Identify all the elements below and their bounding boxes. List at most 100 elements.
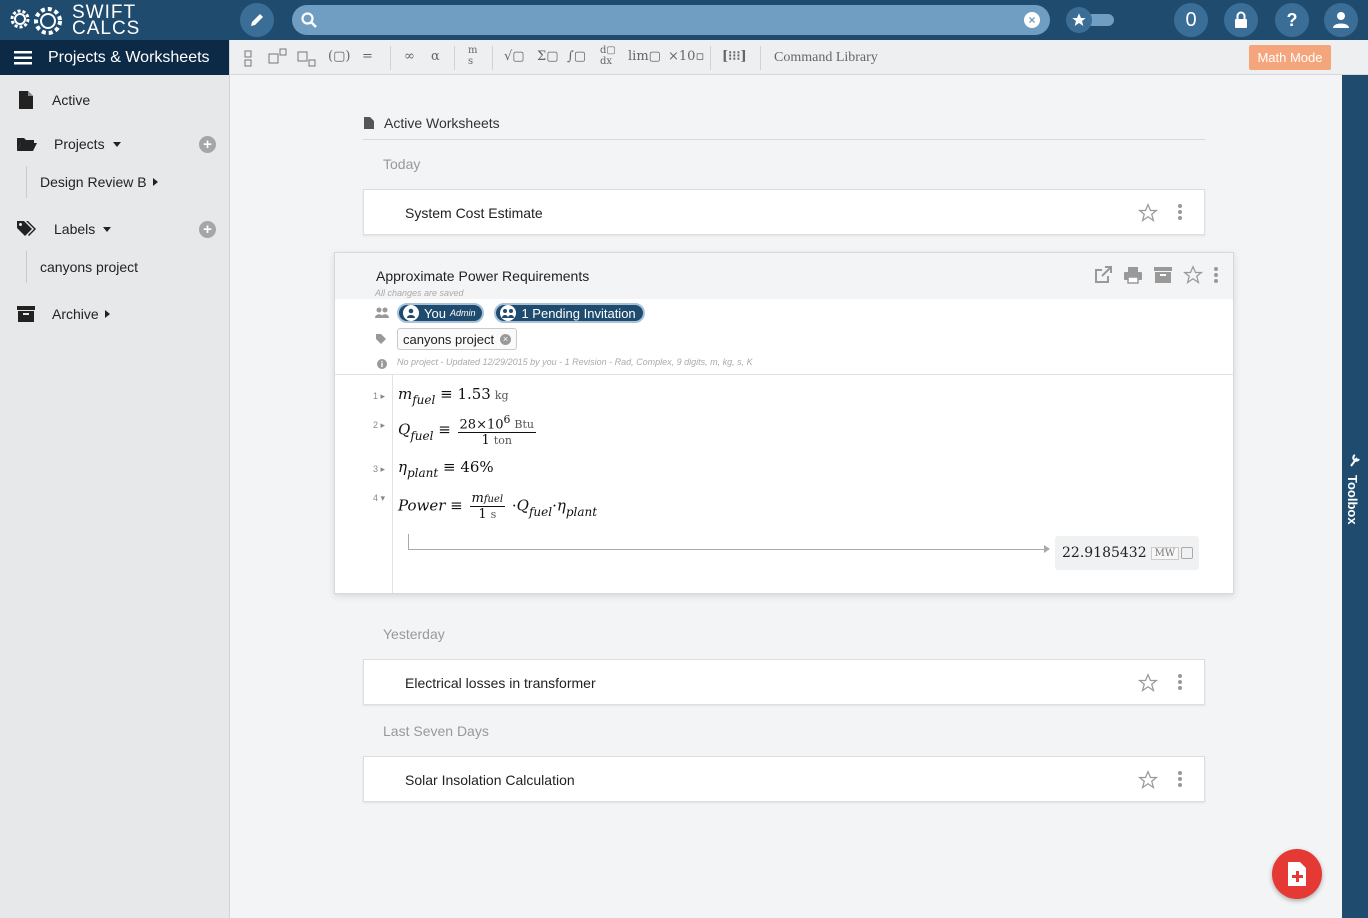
line-number[interactable]: 2 ▸ (373, 420, 385, 431)
result-arrow (408, 534, 1050, 553)
star-icon[interactable] (1138, 770, 1158, 790)
remove-label-icon[interactable]: × (500, 333, 512, 345)
power-denominator: 1 (478, 507, 487, 522)
chevron-down-icon (112, 141, 121, 147)
sidebar-subitem-project[interactable]: Design Review B (26, 166, 158, 198)
line-number[interactable]: 4 ▾ (373, 493, 385, 504)
sidebar-item-labels[interactable]: Labels (16, 220, 112, 238)
derivative-button[interactable]: d▢ dx (600, 45, 616, 67)
matrix-button[interactable]: [⁝⁝⁝] (722, 49, 747, 64)
sidebar-item-projects[interactable]: Projects (16, 135, 121, 153)
group-label-yesterday: Yesterday (383, 626, 445, 642)
logo-text-calcs: CALCS (72, 18, 141, 39)
chevron-right-icon (104, 310, 110, 318)
open-external-icon[interactable] (1093, 265, 1113, 285)
vertical-boxes-icon[interactable] (244, 50, 254, 68)
math-line-m-fuel[interactable]: mfuel ≡ 1.53 kg (398, 385, 509, 407)
lock-icon (1235, 11, 1247, 28)
pending-invitation-label: 1 Pending Invitation (521, 305, 636, 321)
user-menu-button[interactable] (1324, 3, 1358, 37)
infinity-button[interactable]: ∞ (404, 49, 415, 64)
subscript-icon[interactable] (297, 50, 319, 68)
tag-icon (376, 334, 386, 344)
line-number[interactable]: 1 ▸ (373, 391, 385, 402)
more-options-icon[interactable] (1178, 770, 1182, 788)
result-output[interactable]: 22.9185432 MW (1055, 536, 1199, 570)
more-options-icon[interactable] (1213, 265, 1219, 285)
sidebar-subitem-label[interactable]: canyons project (26, 251, 138, 283)
line-number[interactable]: 3 ▸ (373, 464, 385, 475)
app-logo[interactable]: SWIFT CALCS (6, 2, 156, 39)
limit-button[interactable]: lim▢ (628, 49, 661, 64)
user-icon (403, 305, 419, 321)
toolbar-divider (390, 46, 391, 70)
favorites-toggle[interactable] (1066, 7, 1114, 33)
label-tag[interactable]: canyons project × (397, 328, 518, 350)
hamburger-icon[interactable] (14, 50, 32, 65)
math-line-eta-plant[interactable]: ηplant ≡ 46% (398, 458, 494, 480)
sidebar-item-label: Labels (54, 221, 96, 237)
notification-count-button[interactable]: 0 (1174, 3, 1208, 37)
sidebar: Projects & Worksheets Active Projects + … (0, 40, 230, 918)
superscript-icon[interactable] (268, 48, 288, 66)
worksheet-divider (335, 374, 1233, 375)
group-label-last-seven-days: Last Seven Days (383, 723, 489, 739)
collaborator-you-pill[interactable]: You Admin (397, 303, 485, 323)
q-fuel-den-unit: ton (493, 434, 512, 448)
integral-button[interactable]: ∫▢ (567, 49, 586, 64)
search-input[interactable] (326, 5, 1016, 35)
pencil-icon (251, 14, 263, 26)
worksheet-card[interactable]: System Cost Estimate (363, 189, 1205, 235)
math-line-power[interactable]: Power ≡ mfuel 1s ·Qfuel·ηplant (398, 491, 597, 522)
m-fuel-value: 1.53 (457, 385, 491, 403)
units-button[interactable]: ms (468, 45, 477, 67)
worksheet-header[interactable]: Approximate Power Requirements All chang… (335, 253, 1233, 299)
sci-label: ×10 (668, 49, 696, 64)
clear-search-icon[interactable]: × (1024, 12, 1040, 28)
collaborator-role: Admin (449, 308, 476, 318)
archive-icon[interactable] (1153, 265, 1173, 285)
toggle-knob (1066, 7, 1092, 33)
star-icon (1072, 13, 1086, 26)
greek-letters-button[interactable]: α (431, 49, 440, 64)
sidebar-item-label: Archive (52, 306, 99, 322)
sidebar-item-archive[interactable]: Archive (16, 305, 110, 323)
parentheses-icon[interactable]: (▢) (328, 49, 350, 64)
help-button[interactable]: ? (1275, 3, 1309, 37)
sidebar-header[interactable]: Projects & Worksheets (0, 40, 229, 75)
new-file-icon (1288, 862, 1306, 886)
command-library-button[interactable]: Command Library (774, 50, 878, 66)
equals-icon[interactable]: = (362, 49, 373, 64)
add-project-button[interactable]: + (199, 136, 216, 153)
lock-button[interactable] (1224, 3, 1258, 37)
math-mode-button[interactable]: Math Mode (1249, 45, 1331, 70)
scientific-notation-button[interactable]: ×10▫ (668, 49, 704, 64)
new-worksheet-button[interactable] (1272, 849, 1322, 899)
line-gutter (392, 375, 393, 593)
sidebar-item-active[interactable]: Active (16, 90, 90, 110)
star-icon[interactable] (1138, 673, 1158, 693)
print-icon[interactable] (1123, 265, 1143, 285)
more-options-icon[interactable] (1178, 673, 1182, 691)
star-icon[interactable] (1138, 203, 1158, 223)
math-line-q-fuel[interactable]: Qfuel ≡ 28×106 Btu 1 ton (398, 413, 538, 448)
result-dropdown-icon[interactable] (1181, 547, 1193, 559)
collaborator-name: You (424, 305, 446, 321)
worksheet-card[interactable]: Electrical losses in transformer (363, 659, 1205, 705)
star-icon[interactable] (1183, 265, 1203, 285)
sqrt-button[interactable]: √▢ (504, 49, 525, 64)
sum-button[interactable]: Σ▢ (537, 49, 558, 64)
toolbox-panel-toggle[interactable]: Toolbox (1342, 75, 1368, 918)
toolbar-divider (492, 46, 493, 70)
edit-button[interactable] (240, 3, 274, 37)
add-label-button[interactable]: + (199, 221, 216, 238)
users-icon (375, 307, 389, 318)
search-bar[interactable]: × (292, 5, 1050, 35)
more-options-icon[interactable] (1178, 203, 1182, 221)
question-icon: ? (1286, 9, 1298, 30)
worksheet-card[interactable]: Solar Insolation Calculation (363, 756, 1205, 802)
tags-icon (17, 221, 36, 236)
pending-invitation-pill[interactable]: 1 Pending Invitation (494, 303, 645, 323)
file-icon (19, 91, 33, 109)
worksheet-actions (1093, 265, 1219, 285)
